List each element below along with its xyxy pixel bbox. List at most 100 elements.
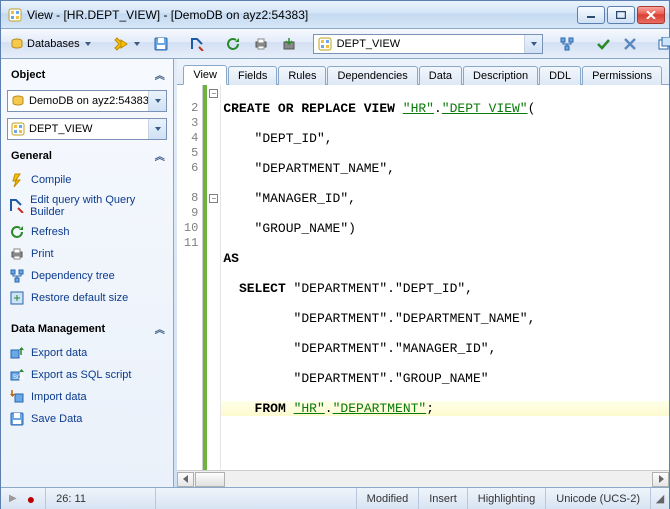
cancel-toolbar-button[interactable] [619, 33, 641, 55]
line-number [177, 176, 202, 191]
horizontal-scrollbar[interactable] [177, 470, 669, 487]
play-icon[interactable]: ▶ [9, 493, 17, 504]
view-icon [8, 122, 25, 136]
line-number: 3 [177, 116, 202, 131]
tab-fields[interactable]: Fields [228, 66, 277, 85]
chevron-down-icon [531, 42, 537, 46]
line-number: 4 [177, 131, 202, 146]
tab-data[interactable]: Data [419, 66, 462, 85]
general-heading: General [11, 150, 52, 162]
window-controls [577, 6, 665, 24]
databases-label: Databases [27, 38, 80, 50]
sidebar-item-label: Restore default size [31, 292, 128, 304]
print-toolbar-button[interactable] [249, 33, 273, 55]
sidebar-item-restore-size[interactable]: Restore default size [7, 287, 167, 309]
sidebar-item-label: Save Data [31, 413, 82, 425]
fold-toggle[interactable]: − [209, 194, 218, 203]
status-cursor: 26: 11 [46, 488, 156, 509]
combo-dropdown-button[interactable] [524, 35, 542, 53]
object-selector-value: DEPT_VIEW [333, 38, 524, 50]
tab-label: Rules [288, 70, 316, 82]
collapse-toggle[interactable]: ︽ [155, 67, 163, 82]
line-number: 2 [177, 101, 202, 116]
line-number: 10 [177, 221, 202, 236]
sidebar-item-edit-query[interactable]: Edit query with Query Builder [7, 191, 167, 221]
data-mgmt-links: Export data SQL Export as SQL script Imp… [5, 338, 169, 440]
sidebar-item-label: Export data [31, 347, 87, 359]
panel-head-general: General ︽ [5, 146, 169, 165]
general-links: Compile Edit query with Query Builder Re… [5, 165, 169, 319]
collapse-toggle[interactable]: ︽ [155, 321, 163, 336]
view-icon [314, 36, 333, 52]
database-combo[interactable]: DemoDB on ayz2:54383 [7, 90, 167, 112]
export-toolbar-button[interactable] [277, 33, 301, 55]
statusbar: ▶ ● 26: 11 Modified Insert Highlighting … [1, 487, 669, 509]
status-encoding: Unicode (UCS-2) [546, 488, 651, 509]
fold-column: − − [207, 85, 221, 470]
content-area: View Fields Rules Dependencies Data Desc… [177, 59, 669, 487]
fold-toggle[interactable]: − [209, 89, 218, 98]
restore-icon [9, 290, 25, 306]
tree-icon [9, 268, 25, 284]
tree-toolbar-button[interactable] [555, 33, 579, 55]
tab-permissions[interactable]: Permissions [582, 66, 662, 85]
collapse-toggle[interactable]: ︽ [155, 148, 163, 163]
tab-label: View [193, 69, 217, 81]
record-icon[interactable]: ● [27, 491, 35, 507]
panel-head-object: Object ︽ [5, 65, 169, 84]
tab-view[interactable]: View [183, 65, 227, 85]
object-selector-combo[interactable]: DEPT_VIEW [313, 34, 543, 54]
edit-query-toolbar-button[interactable] [185, 33, 209, 55]
sidebar-item-compile[interactable]: Compile [7, 169, 167, 191]
sidebar-item-label: Export as SQL script [31, 369, 131, 381]
svg-text:SQL: SQL [13, 375, 24, 381]
tab-rules[interactable]: Rules [278, 66, 326, 85]
export-icon [9, 345, 25, 361]
tab-label: Description [473, 70, 528, 82]
chevron-down-icon [155, 127, 161, 131]
resize-grip[interactable]: ◢ [651, 492, 669, 505]
sidebar-item-label: Refresh [31, 226, 70, 238]
chevron-down-icon [134, 42, 140, 46]
maximize-button[interactable] [607, 6, 635, 24]
combo-dropdown-button[interactable] [148, 119, 166, 139]
sidebar-item-dependency-tree[interactable]: Dependency tree [7, 265, 167, 287]
close-button[interactable] [637, 6, 665, 24]
export-sql-icon: SQL [9, 367, 25, 383]
sidebar-item-refresh[interactable]: Refresh [7, 221, 167, 243]
database-icon [8, 94, 25, 108]
save-toolbar-button[interactable] [149, 33, 173, 55]
window-title: View - [HR.DEPT_VIEW] - [DemoDB on ayz2:… [27, 8, 308, 22]
new-window-toolbar-button[interactable] [653, 33, 670, 55]
sidebar-item-import-data[interactable]: Import data [7, 386, 167, 408]
line-number: 6 [177, 161, 202, 176]
tab-dependencies[interactable]: Dependencies [327, 66, 417, 85]
tab-label: Permissions [592, 70, 652, 82]
status-mode: Insert [419, 488, 468, 509]
sidebar-item-print[interactable]: Print [7, 243, 167, 265]
tab-ddl[interactable]: DDL [539, 66, 581, 85]
minimize-button[interactable] [577, 6, 605, 24]
apply-toolbar-button[interactable] [591, 33, 615, 55]
tab-description[interactable]: Description [463, 66, 538, 85]
databases-dropdown[interactable]: Databases [5, 33, 96, 55]
save-icon [9, 411, 25, 427]
scroll-thumb[interactable] [195, 472, 225, 487]
sidebar-item-export-data[interactable]: Export data [7, 342, 167, 364]
scroll-right-button[interactable] [652, 472, 669, 487]
sidebar-item-save-data[interactable]: Save Data [7, 408, 167, 430]
database-combo-value: DemoDB on ayz2:54383 [25, 95, 148, 107]
chart-pencil-icon [9, 198, 24, 214]
view-combo[interactable]: DEPT_VIEW [7, 118, 167, 140]
code-body[interactable]: CREATE OR REPLACE VIEW "HR"."DEPT_VIEW"(… [221, 85, 669, 470]
sql-editor[interactable]: 2 3 4 5 6 8 9 10 11 − − CREATE OR REPLAC… [177, 85, 669, 470]
printer-icon [9, 246, 25, 262]
compile-toolbar-button[interactable] [108, 33, 145, 55]
sidebar-item-export-sql[interactable]: SQL Export as SQL script [7, 364, 167, 386]
object-heading: Object [11, 69, 45, 81]
scroll-left-button[interactable] [177, 472, 194, 487]
refresh-toolbar-button[interactable] [221, 33, 245, 55]
combo-dropdown-button[interactable] [148, 91, 166, 111]
line-number: 9 [177, 206, 202, 221]
sidebar-item-label: Edit query with Query Builder [30, 194, 165, 218]
